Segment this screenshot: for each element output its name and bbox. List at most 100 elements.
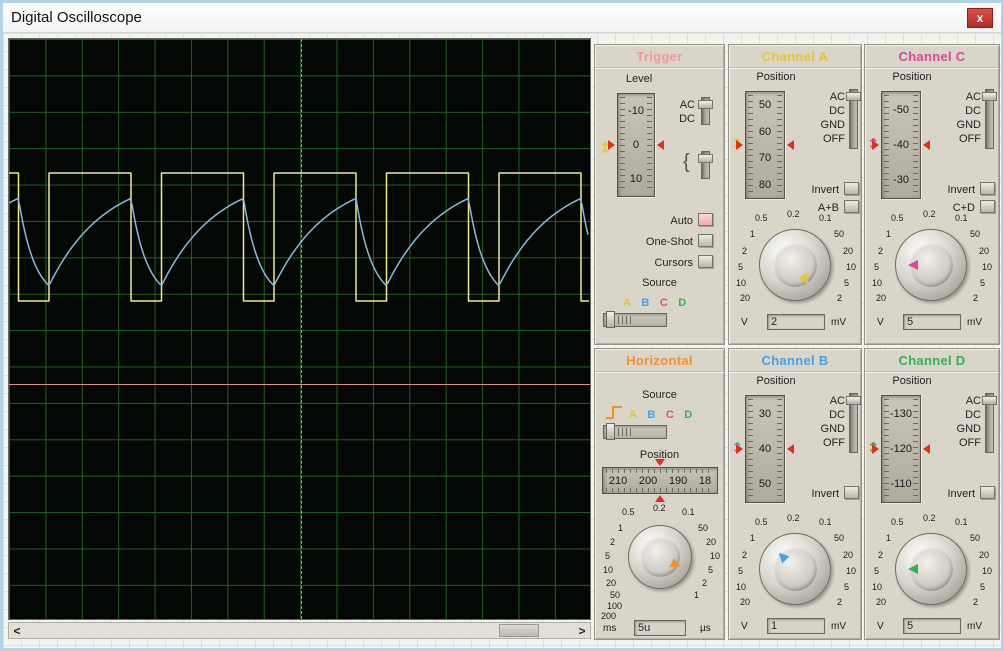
channel-a-position-display[interactable]: 50 60 70 80 [736,91,794,199]
position-scale: 30 40 50 [745,395,785,503]
unit-mv-label: mV [831,621,846,632]
trigger-edge-switch[interactable] [698,151,713,179]
channel-d-title: Channel D [865,349,999,372]
position-label: Position [756,375,796,387]
knob-scale-label: 2 [742,246,748,256]
trigger-coupling-switch[interactable] [698,97,713,125]
knob-scale-label: 1 [886,229,892,239]
channel-b-gain-knob[interactable] [759,533,831,605]
channel-b-invert-button[interactable] [844,486,859,499]
knob-scale-label: 10 [736,582,747,592]
channel-a-gain-knob[interactable] [759,229,831,301]
unit-mv-label: mV [831,317,846,328]
channel-c-title: Channel C [865,45,999,68]
window-body: < > Trigger Level ↕ -10 0 10 AC DC {Aut… [3,33,1001,648]
cursors-button[interactable] [698,255,713,268]
ac-label: AC [965,91,981,103]
level-scale: -10 0 10 [617,93,655,197]
title-bar[interactable]: Digital Oscilloscope x [3,3,1001,33]
channel-c-gain-knob[interactable] [895,229,967,301]
channel-c-panel: Channel C Position ↕ -50 -40 -30 AC DC G… [864,44,1000,345]
gnd-label: GND [820,423,845,435]
knob-scale-label: 0.1 [955,213,968,223]
knob-scale-label: 0.1 [955,517,968,527]
source-d-label: D [678,297,687,309]
channel-a-coupling-slider[interactable] [846,89,861,149]
switch-handle[interactable] [698,100,713,109]
channel-d-gain-knob[interactable] [895,533,967,605]
horizontal-scrollbar[interactable]: < > [8,622,591,639]
close-button[interactable]: x [967,7,993,28]
trigger-panel: Trigger Level ↕ -10 0 10 AC DC { Auto On… [594,44,725,345]
position-marker-left-icon [872,140,879,150]
trigger-edge-bracket-icon: { [683,151,690,173]
dc-label: DC [679,113,695,125]
switch-handle[interactable] [846,92,861,101]
rising-edge-icon [605,405,623,425]
switch-handle[interactable] [982,92,997,101]
trigger-source-slider[interactable] [603,311,667,328]
position-value: 210 [608,474,628,487]
ac-label: AC [829,91,845,103]
channel-c-coupling-slider[interactable] [982,89,997,149]
channel-d-coupling-slider[interactable] [982,393,997,453]
slider-handle[interactable] [606,311,615,328]
channel-b-coupling-slider[interactable] [846,393,861,453]
knob-scale-label: 5 [874,262,880,272]
auto-button[interactable] [698,213,713,226]
close-icon: x [976,10,984,25]
knob-scale-label: 0.1 [682,507,695,517]
dc-label: DC [829,409,845,421]
knob-scale-label: 50 [834,229,845,239]
knob-scale-label: 5 [980,278,986,288]
one-shot-button[interactable] [698,234,713,247]
position-scale: -130 -120 -110 [881,395,921,503]
trigger-level-display[interactable]: -10 0 10 [608,93,664,197]
channel-c-invert-button[interactable] [980,182,995,195]
channel-c-position-display[interactable]: -50 -40 -30 [872,91,930,199]
knob-scale-label: 10 [872,582,883,592]
knob-scale-label: 2 [702,578,708,588]
switch-handle[interactable] [982,396,997,405]
level-label: Level [625,73,653,85]
channel-d-invert-button[interactable] [980,486,995,499]
channel-a-scale-display: 2 [767,314,825,330]
knob-scale-label: 50 [970,229,981,239]
horizontal-source-slider[interactable] [603,423,667,440]
scrollbar-thumb[interactable] [499,624,539,637]
knob-scale-label: 10 [846,566,857,576]
knob-scale-label: 50 [970,533,981,543]
knob-scale-label: 10 [982,262,993,272]
knob-scale-label: 50 [834,533,845,543]
switch-handle[interactable] [846,396,861,405]
scroll-left-arrow-icon[interactable]: < [9,624,25,638]
slider-handle[interactable] [606,423,615,440]
knob-scale-label: 20 [740,597,751,607]
knob-scale-label: 2 [837,293,843,303]
position-marker-left-icon [736,140,743,150]
channel-b-waveform [9,197,589,287]
knob-scale-label: 20 [843,550,854,560]
knob-scale-label: 20 [606,578,617,588]
knob-scale-label: 200 [601,611,617,621]
channel-d-position-display[interactable]: -130 -120 -110 [872,395,930,503]
knob-scale-label: 2 [742,550,748,560]
switch-handle[interactable] [698,154,713,163]
source-b-label: B [647,409,656,421]
scroll-right-arrow-icon[interactable]: > [574,624,590,638]
source-a-label: A [629,409,637,421]
cursors-label: Cursors [654,257,693,269]
level-marker-right-icon [657,140,664,150]
scrollbar-track[interactable] [25,623,574,638]
channel-b-position-display[interactable]: 30 40 50 [736,395,794,503]
horizontal-position-display[interactable]: 210 200 190 18 [602,459,718,502]
trigger-cursor-line[interactable] [301,39,302,619]
source-channel-letters: A B C D [623,293,692,311]
knob-scale-label: 2 [837,597,843,607]
knob-scale-label: 0.2 [787,209,800,219]
coupling-labels: AC DC GND OFF [787,395,845,451]
knob-scale-label: 20 [979,246,990,256]
channel-a-invert-button[interactable] [844,182,859,195]
timebase-knob[interactable] [628,525,692,589]
position-label: Position [892,375,932,387]
